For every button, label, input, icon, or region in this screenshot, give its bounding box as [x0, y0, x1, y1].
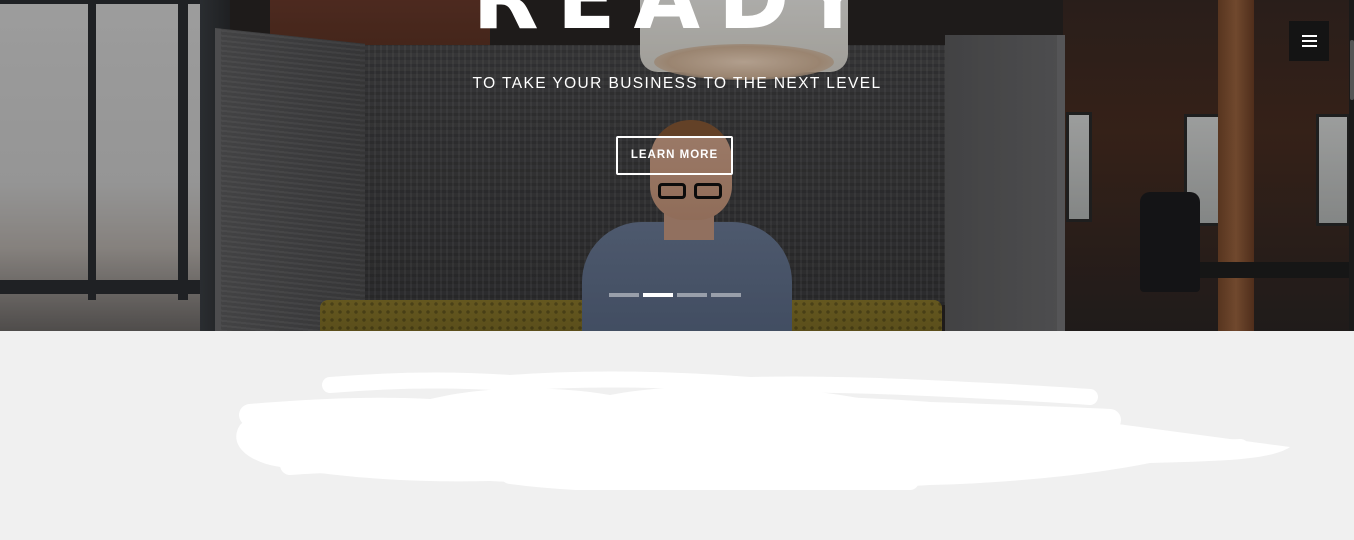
page-scrollbar-thumb[interactable] — [1350, 40, 1354, 100]
hero-title: READY — [0, 0, 1354, 42]
menu-button[interactable] — [1289, 21, 1329, 61]
slider-dot-4[interactable] — [711, 293, 741, 297]
hamburger-menu-icon — [1302, 35, 1317, 48]
slider-dot-1[interactable] — [609, 293, 639, 297]
slider-dot-2[interactable] — [643, 293, 673, 297]
content-section — [0, 331, 1354, 540]
hero-banner: READY TO TAKE YOUR BUSINESS TO THE NEXT … — [0, 0, 1354, 331]
hero-subtitle: TO TAKE YOUR BUSINESS TO THE NEXT LEVEL — [472, 75, 882, 92]
redaction-scribble — [236, 371, 1290, 490]
learn-more-button[interactable]: LEARN MORE — [616, 136, 733, 175]
slider-indicators — [609, 293, 743, 297]
slider-dot-3[interactable] — [677, 293, 707, 297]
